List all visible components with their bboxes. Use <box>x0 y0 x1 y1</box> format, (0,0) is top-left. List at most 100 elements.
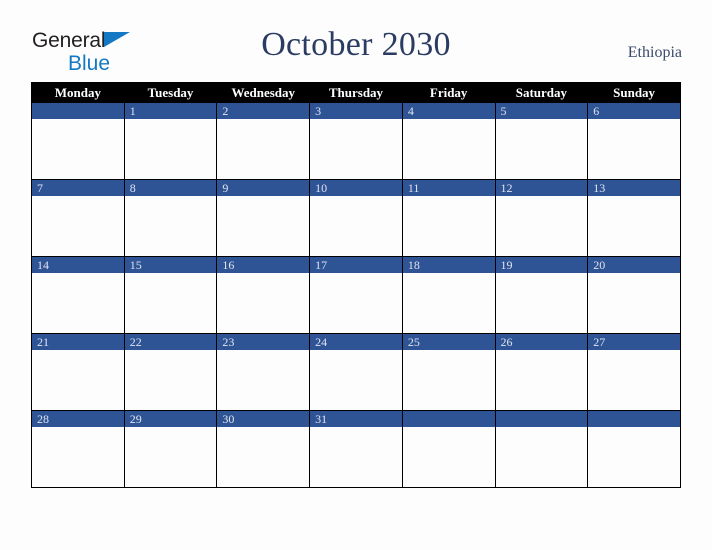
day-note-area[interactable] <box>588 196 680 256</box>
day-note-area[interactable] <box>402 119 495 179</box>
calendar-day-cell[interactable]: 4 <box>401 102 496 180</box>
day-note-area[interactable] <box>310 350 402 410</box>
day-number: 7 <box>32 180 124 196</box>
calendar-day-cell[interactable]: 18 <box>401 256 496 334</box>
calendar-day-cell[interactable]: 29 <box>123 410 218 488</box>
day-number: 5 <box>495 103 588 119</box>
day-note-area[interactable] <box>124 119 217 179</box>
calendar-day-cell[interactable] <box>401 410 496 488</box>
day-cell-inner: 10 <box>310 180 402 256</box>
calendar-table: Monday Tuesday Wednesday Thursday Friday… <box>31 82 681 488</box>
day-note-area[interactable] <box>495 427 588 487</box>
calendar-day-cell[interactable] <box>31 102 125 180</box>
day-note-area[interactable] <box>217 273 310 333</box>
calendar-day-cell[interactable]: 25 <box>401 333 496 411</box>
calendar-day-cell[interactable]: 30 <box>216 410 311 488</box>
day-note-area[interactable] <box>402 196 495 256</box>
day-note-area[interactable] <box>402 350 495 410</box>
calendar-day-cell[interactable]: 5 <box>494 102 589 180</box>
calendar-day-cell[interactable]: 19 <box>494 256 589 334</box>
calendar-day-cell[interactable] <box>494 410 589 488</box>
calendar-day-cell[interactable]: 24 <box>309 333 403 411</box>
calendar-day-cell[interactable]: 1 <box>123 102 218 180</box>
calendar-day-cell[interactable]: 28 <box>31 410 125 488</box>
day-note-area[interactable] <box>32 350 124 410</box>
day-cell-inner: 31 <box>310 411 402 487</box>
day-note-area[interactable] <box>588 273 680 333</box>
day-cell-inner: 26 <box>495 334 588 410</box>
day-note-area[interactable] <box>32 273 124 333</box>
day-note-area[interactable] <box>588 119 680 179</box>
day-number: 12 <box>495 180 588 196</box>
day-note-area[interactable] <box>310 119 402 179</box>
calendar-day-cell[interactable]: 10 <box>309 179 403 257</box>
day-note-area[interactable] <box>310 196 402 256</box>
calendar-day-cell[interactable]: 27 <box>587 333 681 411</box>
calendar-day-cell[interactable] <box>587 410 681 488</box>
calendar-day-cell[interactable]: 17 <box>309 256 403 334</box>
day-number: 19 <box>495 257 588 273</box>
day-note-area[interactable] <box>217 196 310 256</box>
calendar-day-cell[interactable]: 2 <box>216 102 311 180</box>
day-cell-inner: 19 <box>495 257 588 333</box>
calendar-day-cell[interactable]: 9 <box>216 179 311 257</box>
calendar-day-cell[interactable]: 13 <box>587 179 681 257</box>
day-number: 16 <box>217 257 310 273</box>
calendar-day-cell[interactable]: 14 <box>31 256 125 334</box>
calendar-day-cell[interactable]: 11 <box>401 179 496 257</box>
calendar-day-cell[interactable]: 7 <box>31 179 125 257</box>
day-cell-inner <box>495 411 588 487</box>
day-cell-inner: 15 <box>124 257 217 333</box>
day-note-area[interactable] <box>495 119 588 179</box>
day-note-area[interactable] <box>124 427 217 487</box>
day-number: 13 <box>588 180 680 196</box>
day-note-area[interactable] <box>124 196 217 256</box>
calendar-day-cell[interactable]: 12 <box>494 179 589 257</box>
calendar-day-cell[interactable]: 21 <box>31 333 125 411</box>
calendar-day-cell[interactable]: 22 <box>123 333 218 411</box>
calendar-day-cell[interactable]: 23 <box>216 333 311 411</box>
weekday-header-wednesday: Wednesday <box>216 82 311 103</box>
day-note-area[interactable] <box>402 273 495 333</box>
day-note-area[interactable] <box>124 350 217 410</box>
day-cell-inner: 28 <box>32 411 124 487</box>
day-note-area[interactable] <box>217 119 310 179</box>
day-cell-inner <box>402 411 495 487</box>
day-note-area[interactable] <box>32 427 124 487</box>
calendar-day-cell[interactable]: 26 <box>494 333 589 411</box>
day-cell-inner: 25 <box>402 334 495 410</box>
calendar-day-cell[interactable]: 8 <box>123 179 218 257</box>
calendar-day-cell[interactable]: 20 <box>587 256 681 334</box>
day-note-area[interactable] <box>217 350 310 410</box>
calendar-day-cell[interactable]: 15 <box>123 256 218 334</box>
day-note-area[interactable] <box>588 350 680 410</box>
day-note-area[interactable] <box>310 427 402 487</box>
day-number: 9 <box>217 180 310 196</box>
day-note-area[interactable] <box>495 273 588 333</box>
day-note-area[interactable] <box>588 427 680 487</box>
day-note-area[interactable] <box>124 273 217 333</box>
calendar-page: General Blue October 2030 Ethiopia Monda… <box>0 0 712 550</box>
day-number: 31 <box>310 411 402 427</box>
day-cell-inner: 20 <box>588 257 680 333</box>
day-note-area[interactable] <box>217 427 310 487</box>
day-cell-inner: 1 <box>124 103 217 179</box>
day-cell-inner: 5 <box>495 103 588 179</box>
day-cell-inner: 2 <box>217 103 310 179</box>
day-note-area[interactable] <box>495 350 588 410</box>
day-number: 10 <box>310 180 402 196</box>
day-note-area[interactable] <box>402 427 495 487</box>
calendar-day-cell[interactable]: 16 <box>216 256 311 334</box>
day-cell-inner: 3 <box>310 103 402 179</box>
day-cell-inner: 8 <box>124 180 217 256</box>
day-cell-inner <box>588 411 680 487</box>
calendar-day-cell[interactable]: 31 <box>309 410 403 488</box>
calendar-day-cell[interactable]: 3 <box>309 102 403 180</box>
day-note-area[interactable] <box>495 196 588 256</box>
day-number: 30 <box>217 411 310 427</box>
day-note-area[interactable] <box>32 196 124 256</box>
weekday-header-friday: Friday <box>401 82 496 103</box>
day-note-area[interactable] <box>32 119 124 179</box>
calendar-day-cell[interactable]: 6 <box>587 102 681 180</box>
day-note-area[interactable] <box>310 273 402 333</box>
